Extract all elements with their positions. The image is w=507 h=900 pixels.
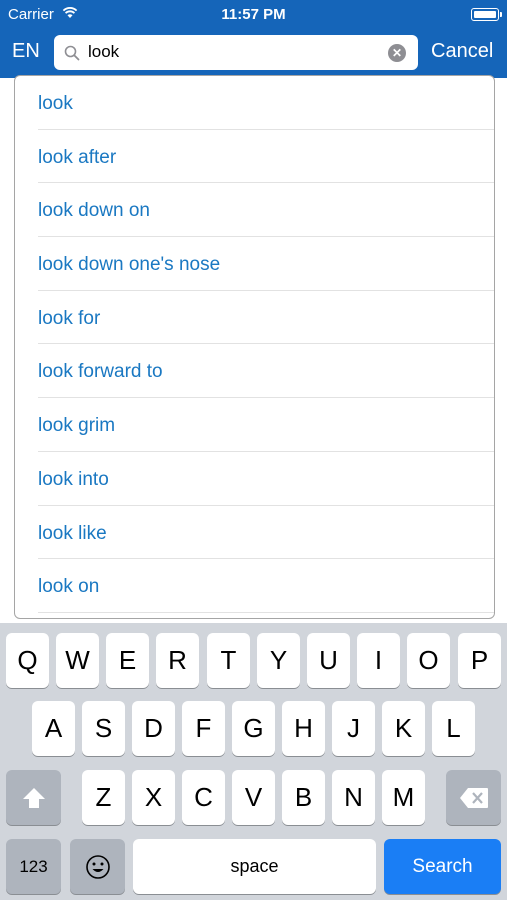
- cancel-button[interactable]: Cancel: [431, 40, 493, 63]
- suggestion-label: look: [38, 93, 73, 114]
- suggestion-label: look after: [38, 146, 117, 168]
- key-h[interactable]: H: [282, 701, 325, 756]
- suggestion-label: look for: [38, 307, 101, 329]
- key-l[interactable]: L: [432, 701, 475, 756]
- shift-icon: [22, 787, 45, 808]
- key-u[interactable]: U: [307, 633, 350, 688]
- key-o[interactable]: O: [407, 633, 450, 688]
- key-y[interactable]: Y: [257, 633, 300, 688]
- key-s[interactable]: S: [82, 701, 125, 756]
- top-bar: Carrier 11:57 PM EN ✕ Cancel: [0, 0, 507, 78]
- list-item[interactable]: look after: [15, 130, 494, 184]
- search-bar[interactable]: ✕: [54, 35, 418, 70]
- suggestion-label: look down one's nose: [38, 254, 221, 276]
- list-item[interactable]: look down one's nose: [15, 237, 494, 291]
- suggestion-label: look like: [38, 522, 107, 544]
- list-item[interactable]: look like: [15, 506, 494, 560]
- emoji-key[interactable]: [70, 839, 125, 894]
- search-key[interactable]: Search: [384, 839, 501, 894]
- key-c[interactable]: C: [182, 770, 225, 825]
- key-b[interactable]: B: [282, 770, 325, 825]
- list-item[interactable]: look down on: [15, 183, 494, 237]
- list-item[interactable]: look grim: [15, 398, 494, 452]
- key-q[interactable]: Q: [6, 633, 49, 688]
- battery-icon: [471, 8, 502, 21]
- list-item[interactable]: look on: [15, 559, 494, 613]
- language-toggle[interactable]: EN: [12, 40, 40, 63]
- clock: 11:57 PM: [221, 6, 286, 23]
- backspace-key[interactable]: [446, 770, 501, 825]
- suggestion-label: look on: [38, 576, 100, 598]
- key-z[interactable]: Z: [82, 770, 125, 825]
- suggestion-label: look forward to: [38, 361, 163, 383]
- key-f[interactable]: F: [182, 701, 225, 756]
- suggestion-label: look down on: [38, 200, 150, 222]
- key-p[interactable]: P: [458, 633, 501, 688]
- status-bar: Carrier 11:57 PM: [0, 0, 507, 28]
- suggestion-label: look into: [38, 468, 109, 490]
- list-item[interactable]: look forward to: [15, 344, 494, 398]
- key-n[interactable]: N: [332, 770, 375, 825]
- suggestion-label: look grim: [38, 415, 116, 437]
- key-v[interactable]: V: [232, 770, 275, 825]
- key-m[interactable]: M: [382, 770, 425, 825]
- key-i[interactable]: I: [357, 633, 400, 688]
- space-key[interactable]: space: [133, 839, 376, 894]
- numbers-key[interactable]: 123: [6, 839, 61, 894]
- key-d[interactable]: D: [132, 701, 175, 756]
- list-item[interactable]: look: [15, 76, 494, 130]
- keyboard: Q W E R T Y U I O P A S D F G H J K L Z …: [0, 623, 507, 900]
- key-t[interactable]: T: [207, 633, 250, 688]
- key-k[interactable]: K: [382, 701, 425, 756]
- key-g[interactable]: G: [232, 701, 275, 756]
- clear-icon[interactable]: ✕: [388, 44, 406, 62]
- key-x[interactable]: X: [132, 770, 175, 825]
- list-item[interactable]: look for: [15, 291, 494, 345]
- search-icon: [64, 45, 80, 61]
- shift-key[interactable]: [6, 770, 61, 825]
- emoji-icon: [85, 854, 110, 879]
- key-r[interactable]: R: [156, 633, 199, 688]
- key-j[interactable]: J: [332, 701, 375, 756]
- search-input[interactable]: [88, 40, 388, 64]
- list-item[interactable]: look into: [15, 452, 494, 506]
- key-a[interactable]: A: [32, 701, 75, 756]
- key-e[interactable]: E: [106, 633, 149, 688]
- suggestion-list: look look after look down on look down o…: [14, 75, 495, 619]
- backspace-icon: [459, 787, 488, 808]
- key-w[interactable]: W: [56, 633, 99, 688]
